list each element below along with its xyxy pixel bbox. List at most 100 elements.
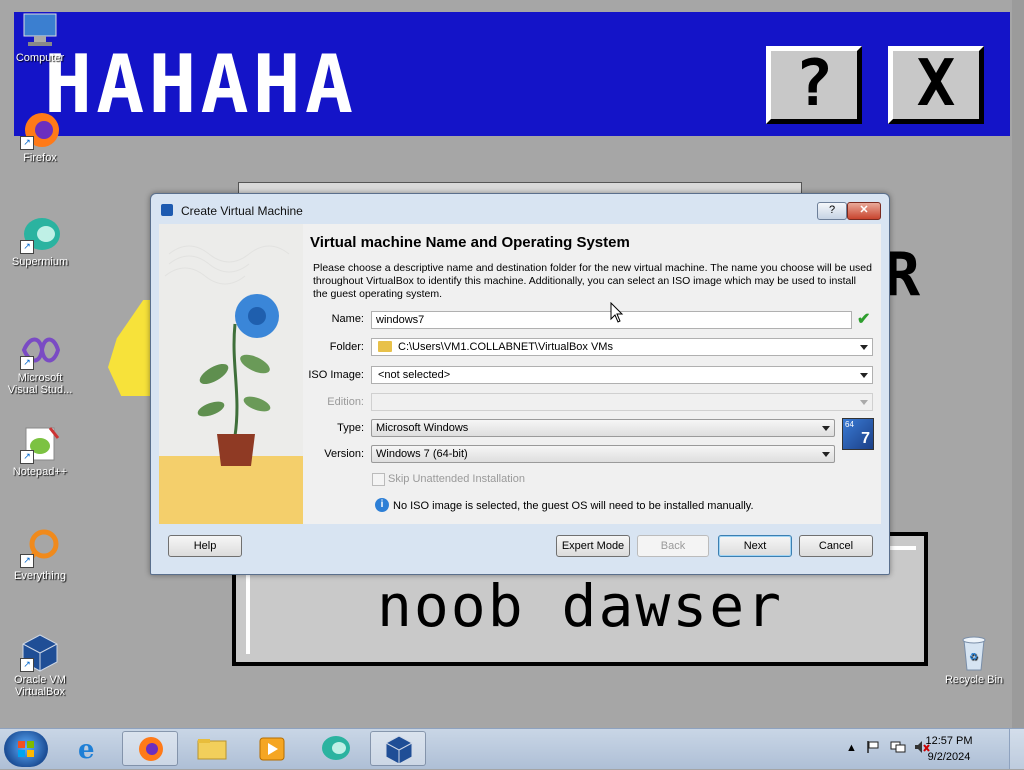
- taskbar-media-player[interactable]: [244, 731, 300, 766]
- wizard-description: Please choose a descriptive name and des…: [313, 262, 872, 300]
- chevron-down-icon: [860, 373, 868, 378]
- taskbar-internet-explorer[interactable]: e: [62, 731, 118, 766]
- shortcut-arrow-icon: ↗: [20, 136, 34, 150]
- cancel-button[interactable]: Cancel: [799, 535, 873, 557]
- folder-icon: [378, 341, 392, 352]
- internet-explorer-icon: e: [78, 735, 95, 765]
- network-icon[interactable]: [890, 740, 906, 757]
- desktop-right-strip: [1012, 0, 1024, 728]
- name-label: Name:: [331, 313, 364, 325]
- edition-combo[interactable]: [371, 393, 873, 411]
- virtualbox-icon: [161, 204, 173, 216]
- type-combo[interactable]: Microsoft Windows: [371, 419, 835, 437]
- show-hidden-icons-icon[interactable]: ▲: [846, 742, 857, 754]
- info-icon: i: [375, 498, 389, 512]
- dialog-help-button[interactable]: ?: [817, 202, 847, 220]
- shortcut-arrow-icon: ↗: [20, 658, 34, 672]
- prank-banner-title: HAHAHA: [44, 38, 357, 131]
- start-button[interactable]: [4, 731, 48, 767]
- dialog-close-button[interactable]: ✕: [847, 202, 881, 220]
- name-valid-check-icon: ✔: [857, 311, 871, 328]
- desktop: HAHAHA ? X R noob dawser Computer ↗ Fire…: [0, 0, 1024, 728]
- edition-label: Edition:: [327, 396, 364, 408]
- flower-illustration-icon: [159, 245, 303, 524]
- show-desktop-button[interactable]: [1009, 729, 1024, 769]
- desktop-icon-computer[interactable]: Computer: [2, 10, 78, 64]
- computer-icon: [20, 10, 60, 50]
- help-button[interactable]: Help: [168, 535, 242, 557]
- skip-unattended-label: Skip Unattended Installation: [388, 473, 525, 485]
- chevron-down-icon: [822, 426, 830, 431]
- skip-unattended-checkbox[interactable]: [372, 473, 385, 486]
- recycle-bin-icon: ♻: [954, 632, 994, 672]
- prank-help-button[interactable]: ?: [766, 46, 862, 124]
- version-combo[interactable]: Windows 7 (64-bit): [371, 445, 835, 463]
- next-button[interactable]: Next: [718, 535, 792, 557]
- os-badge-number: 7: [861, 430, 870, 447]
- desktop-icon-everything[interactable]: ↗ Everything: [2, 528, 78, 582]
- desktop-icon-firefox[interactable]: ↗ Firefox: [2, 110, 78, 164]
- dialog-titlebar[interactable]: Create Virtual Machine ? ✕: [151, 194, 889, 224]
- iso-image-combo[interactable]: <not selected>: [371, 366, 873, 384]
- desktop-icon-label: Supermium: [11, 256, 69, 268]
- taskbar-file-explorer[interactable]: [184, 731, 240, 766]
- windows7-os-icon: 64 7: [842, 418, 874, 450]
- virtualbox-icon: [385, 735, 413, 765]
- dialog-title: Create Virtual Machine: [181, 204, 303, 218]
- wizard-illustration: [159, 224, 303, 524]
- clock-date: 9/2/2024: [927, 751, 971, 763]
- desktop-icon-recycle-bin[interactable]: ♻ Recycle Bin: [936, 632, 1012, 686]
- folder-value: C:\Users\VM1.COLLABNET\VirtualBox VMs: [398, 341, 613, 353]
- version-label: Version:: [324, 448, 364, 460]
- version-value: Windows 7 (64-bit): [376, 448, 468, 460]
- chevron-down-icon: [860, 345, 868, 350]
- shortcut-arrow-icon: ↗: [20, 554, 34, 568]
- shortcut-arrow-icon: ↗: [20, 240, 34, 254]
- clock-time: 12:57 PM: [925, 735, 973, 747]
- yellow-shape: [108, 300, 152, 396]
- chevron-down-icon: [860, 400, 868, 405]
- iso-label: ISO Image:: [308, 369, 364, 381]
- everything-search-icon: ↗: [20, 528, 60, 568]
- desktop-icon-label: Oracle VM VirtualBox: [14, 674, 66, 698]
- desktop-icon-label: Computer: [15, 52, 65, 64]
- taskbar: e ▲ 12:57 PM 9/2/2024: [0, 728, 1024, 769]
- shortcut-arrow-icon: ↗: [20, 450, 34, 464]
- desktop-icon-label: Notepad++: [12, 466, 68, 478]
- type-value: Microsoft Windows: [376, 422, 469, 434]
- notepad-plus-plus-icon: ↗: [20, 424, 60, 464]
- back-button[interactable]: Back: [637, 535, 709, 557]
- desktop-icon-label: Microsoft Visual Stud...: [7, 372, 73, 396]
- shortcut-arrow-icon: ↗: [20, 356, 34, 370]
- iso-value: <not selected>: [378, 369, 451, 381]
- svg-text:e: e: [78, 735, 95, 765]
- file-explorer-icon: [197, 739, 227, 760]
- firefox-icon: ↗: [20, 110, 60, 150]
- desktop-icon-notepad-plus-plus[interactable]: ↗ Notepad++: [2, 424, 78, 478]
- taskbar-clock[interactable]: 12:57 PM 9/2/2024: [914, 733, 984, 765]
- firefox-icon: [139, 737, 163, 761]
- create-vm-dialog: Create Virtual Machine ? ✕ Virtual machi…: [150, 193, 890, 575]
- folder-combo[interactable]: C:\Users\VM1.COLLABNET\VirtualBox VMs: [371, 338, 873, 356]
- desktop-icon-supermium[interactable]: ↗ Supermium: [2, 214, 78, 268]
- desktop-icon-virtualbox[interactable]: ↗ Oracle VM VirtualBox: [2, 632, 78, 698]
- windows-logo-icon: [18, 741, 34, 757]
- supermium-icon: ↗: [20, 214, 60, 254]
- mouse-cursor-icon: [610, 302, 624, 323]
- svg-text:♻: ♻: [969, 652, 978, 663]
- desktop-icon-visual-studio[interactable]: ↗ Microsoft Visual Stud...: [2, 330, 78, 396]
- taskbar-virtualbox[interactable]: [370, 731, 426, 766]
- desktop-icon-label: Firefox: [23, 152, 57, 164]
- desktop-icon-label: Recycle Bin: [944, 674, 1004, 686]
- taskbar-supermium[interactable]: [308, 731, 364, 766]
- prank-close-button[interactable]: X: [888, 46, 984, 124]
- expert-mode-button[interactable]: Expert Mode: [556, 535, 630, 557]
- action-center-flag-icon[interactable]: [866, 740, 880, 757]
- prank-banner: HAHAHA ? X: [14, 12, 1010, 136]
- media-player-icon: [259, 737, 285, 761]
- supermium-icon: [322, 736, 350, 760]
- taskbar-firefox[interactable]: [122, 731, 178, 766]
- virtualbox-icon: ↗: [20, 632, 60, 672]
- iso-info-text: No ISO image is selected, the guest OS w…: [393, 500, 754, 512]
- dialog-content: Virtual machine Name and Operating Syste…: [159, 224, 881, 524]
